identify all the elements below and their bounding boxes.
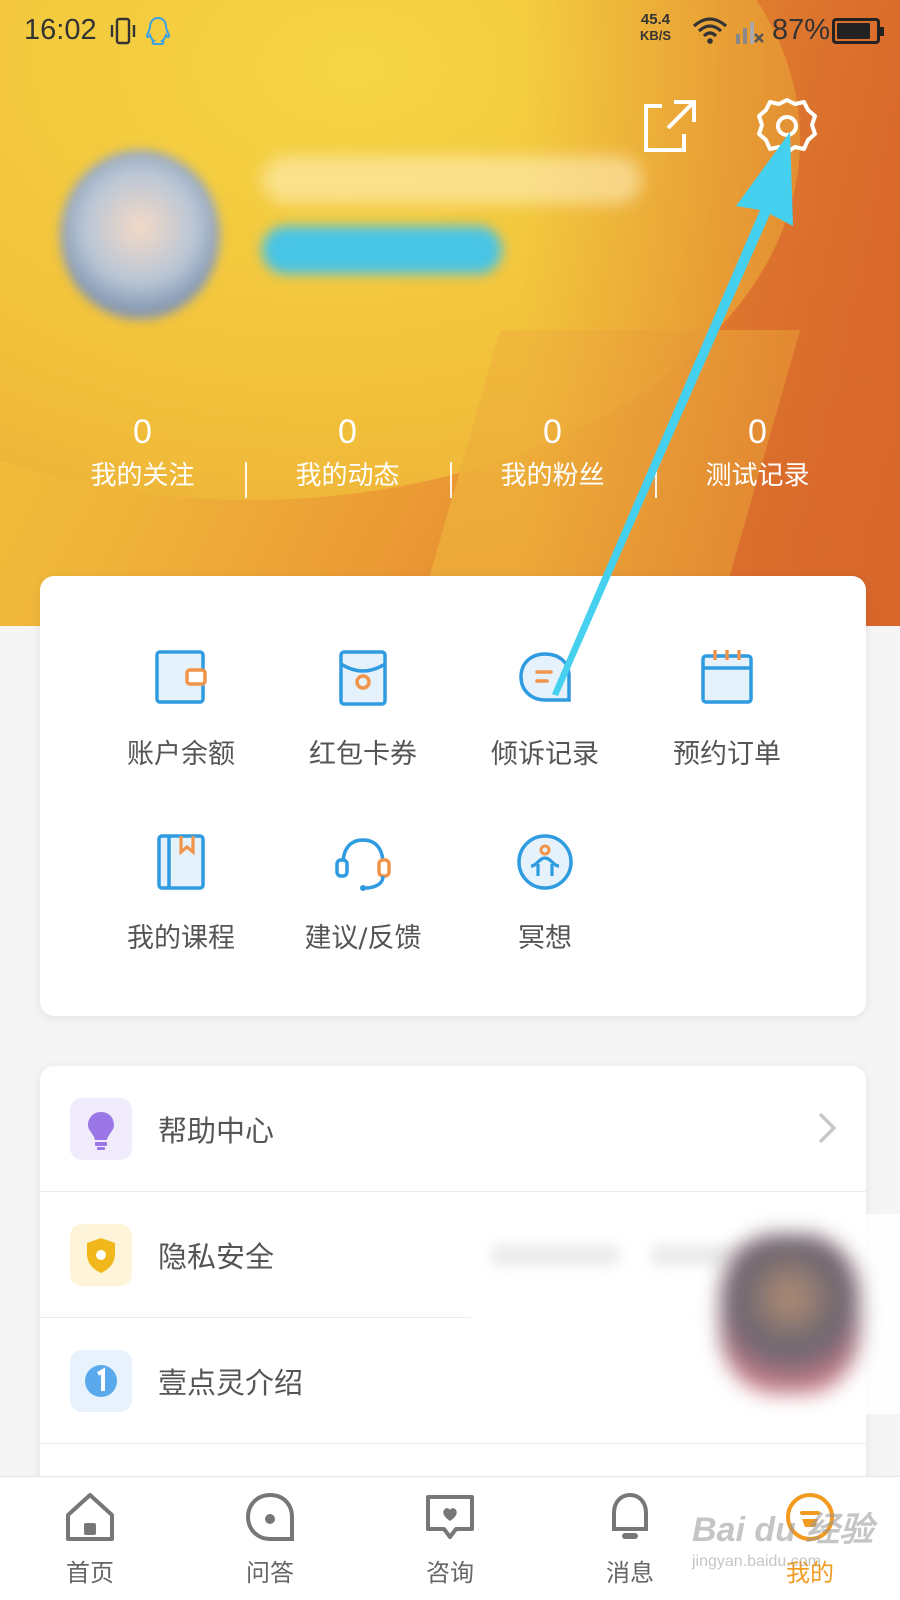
stat-following[interactable]: 0 我的关注 [40, 410, 245, 510]
watermark: Bai du 经验 jingyan.baidu.com [692, 1502, 882, 1592]
network-speed: 45.4 KB/S [640, 12, 671, 44]
menu-item-label: 壹点灵介绍 [158, 1366, 304, 1400]
stat-label: 我的粉丝 [500, 461, 605, 491]
stat-posts[interactable]: 0 我的动态 [245, 410, 450, 510]
grid-item-account-balance[interactable]: 账户余额 [90, 576, 272, 770]
feature-grid: 账户余额 红包卡券 倾诉记录 预约订单 我的课程 建议/反馈 冥想 [40, 576, 866, 966]
share-icon[interactable] [640, 96, 700, 156]
grid-item-confide-records[interactable]: 倾诉记录 [454, 576, 636, 770]
bell-icon [612, 1492, 648, 1539]
blurred-overlay [470, 1214, 900, 1414]
signal-icon [736, 22, 764, 44]
grid-item-label: 冥想 [518, 923, 572, 954]
calendar-icon [701, 650, 753, 704]
blurred-avatar [720, 1234, 860, 1394]
tab-label: 首页 [66, 1559, 114, 1587]
wifi-icon [692, 17, 728, 44]
home-icon [66, 1493, 114, 1541]
menu-item-help-center[interactable]: 帮助中心 [40, 1066, 866, 1192]
headset-icon [335, 838, 391, 891]
grid-item-label: 建议/反馈 [304, 923, 422, 954]
stat-label: 我的关注 [90, 461, 195, 491]
consult-icon [426, 1495, 474, 1539]
stat-value: 0 [543, 413, 562, 451]
tab-consult[interactable]: 咨询 [360, 1477, 540, 1600]
stat-fans[interactable]: 0 我的粉丝 [450, 410, 655, 510]
profile-stats: 0 我的关注 0 我的动态 0 我的粉丝 0 测试记录 [40, 410, 860, 510]
chat-bubble-icon [519, 652, 571, 702]
meditation-icon [517, 834, 573, 890]
user-level-badge[interactable] [262, 226, 502, 274]
feature-grid-card: 账户余额 红包卡券 倾诉记录 预约订单 我的课程 建议/反馈 冥想 [40, 576, 866, 1016]
lightbulb-icon [70, 1098, 132, 1160]
stat-value: 0 [338, 413, 357, 451]
grid-item-feedback[interactable]: 建议/反馈 [272, 766, 454, 966]
tab-qa[interactable]: 问答 [180, 1477, 360, 1600]
red-packet-icon [339, 650, 387, 706]
chevron-right-icon [818, 1112, 837, 1144]
grid-item-meditation[interactable]: 冥想 [454, 766, 636, 966]
battery-percent: 87% [772, 14, 831, 46]
stat-value: 0 [748, 413, 767, 451]
settings-gear-icon[interactable] [755, 94, 819, 158]
shield-icon [70, 1224, 132, 1286]
menu-item-label: 帮助中心 [158, 1114, 275, 1148]
menu-item-label: 隐私安全 [158, 1240, 275, 1274]
book-icon [157, 834, 205, 890]
watermark-logo: Bai du 经验 [692, 1511, 874, 1549]
stat-label: 我的动态 [295, 461, 400, 491]
status-bar: 16:02 45.4 KB/S 87% [0, 0, 900, 64]
user-name[interactable] [262, 156, 642, 204]
tab-label: 问答 [246, 1559, 294, 1587]
qq-icon [145, 16, 171, 45]
battery-icon [832, 18, 884, 44]
grid-item-label: 预约订单 [673, 739, 781, 770]
header-decoration [520, 0, 900, 626]
network-speed-unit: KB/S [640, 28, 672, 43]
vibrate-icon [110, 17, 136, 45]
tab-label: 咨询 [426, 1559, 474, 1587]
qa-icon [245, 1492, 294, 1541]
network-speed-value: 45.4 [640, 11, 671, 28]
wallet-icon [155, 650, 207, 704]
stat-test-records[interactable]: 0 测试记录 [655, 410, 860, 510]
tab-home[interactable]: 首页 [0, 1477, 180, 1600]
stat-value: 0 [133, 413, 152, 451]
grid-item-appointment-orders[interactable]: 预约订单 [636, 576, 818, 770]
grid-item-label: 我的课程 [127, 923, 235, 954]
grid-item-my-courses[interactable]: 我的课程 [90, 766, 272, 966]
avatar[interactable] [60, 150, 220, 320]
status-time: 16:02 [24, 14, 97, 46]
grid-item-red-packet[interactable]: 红包卡券 [272, 576, 454, 770]
info-one-icon [70, 1350, 132, 1412]
stat-label: 测试记录 [705, 461, 810, 491]
watermark-url: jingyan.baidu.com [692, 1553, 821, 1570]
